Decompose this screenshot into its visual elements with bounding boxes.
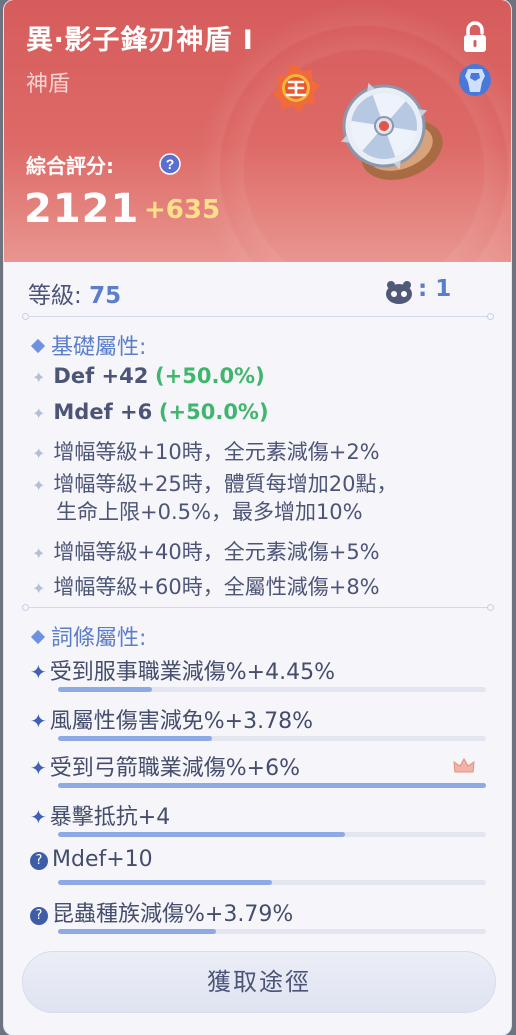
- item-type: 神盾: [26, 72, 71, 97]
- equipment-tooltip-card: 異‧影子鋒刃神盾 I 神盾 綜合評分: ? 2121 +635 等級: 75:…: [4, 0, 511, 1035]
- score-value: 2121: [24, 186, 140, 232]
- attribute-progress-fill: [58, 687, 153, 692]
- king-badge-icon: [272, 64, 320, 112]
- attribute-progress-fill: [58, 880, 272, 885]
- shield-class-icon: [459, 64, 491, 96]
- svg-text:?: ?: [166, 156, 175, 172]
- entry-attribute-row: ✦ 受到服事職業減傷%+4.45%: [30, 654, 490, 700]
- score-bonus: +635: [144, 195, 221, 225]
- score-label: 綜合評分:: [26, 154, 114, 178]
- attribute-progress-track: [58, 736, 486, 741]
- entry-attribute-label: 暴擊抵抗+4: [49, 805, 171, 830]
- star-icon: ✦: [30, 709, 47, 733]
- pet-count: : 1: [418, 276, 452, 302]
- sparkle-icon: ✦: [32, 544, 46, 563]
- attribute-progress-track: [58, 880, 486, 885]
- entry-attribute-row: ? 昆蟲種族減傷%+3.79%: [30, 896, 490, 942]
- entry-attributes-title: 詞條屬性:: [30, 620, 146, 652]
- entry-attribute-label: Mdef+10: [52, 847, 153, 872]
- level-label: 等級:: [28, 283, 82, 309]
- entry-attribute-row: ✦ 受到弓箭職業減傷%+6%: [30, 750, 490, 796]
- shield-item-image: [340, 82, 443, 180]
- diamond-icon: [30, 629, 46, 645]
- entry-attribute-row: ✦ 暴擊抵抗+4: [30, 799, 490, 845]
- enhance-bonus-10: ✦ 增幅等級+10時，全元素減傷+2%: [32, 440, 380, 464]
- base-attributes-title: 基礎屬性:: [30, 329, 146, 361]
- lock-icon[interactable]: [459, 20, 491, 54]
- item-name: 異‧影子鋒刃神盾 I: [26, 25, 254, 56]
- attribute-progress-fill: [58, 783, 486, 788]
- enhance-bonus-60: ✦ 增幅等級+60時，全屬性減傷+8%: [32, 575, 380, 599]
- divider: [22, 313, 494, 321]
- entry-attribute-text: ? Mdef+10: [30, 847, 153, 872]
- entry-attribute-row: ✦ 風屬性傷害減免%+3.78%: [30, 703, 490, 749]
- unknown-attribute-icon: ?: [30, 907, 48, 925]
- star-icon: ✦: [30, 660, 47, 684]
- enhance-bonus-40: ✦ 增幅等級+40時，全元素減傷+5%: [32, 540, 380, 564]
- enhance-bonus-25: ✦ 增幅等級+25時，體質每增加20點， 生命上限+0.5%，最多增加10%: [32, 472, 398, 524]
- entry-attribute-text: ? 昆蟲種族減傷%+3.79%: [30, 896, 293, 928]
- unknown-attribute-icon: ?: [30, 852, 48, 870]
- help-icon[interactable]: ?: [159, 153, 181, 175]
- entry-attribute-text: ✦ 受到弓箭職業減傷%+6%: [30, 750, 300, 782]
- attribute-progress-fill: [58, 929, 217, 934]
- level-row: 等級: 75: [28, 276, 121, 310]
- attribute-progress-fill: [58, 736, 213, 741]
- divider: [22, 604, 494, 612]
- sparkle-icon: ✦: [32, 476, 46, 495]
- base-stat-mdef: ✦ Mdef +6 (+50.0%): [32, 400, 269, 424]
- sparkle-icon: ✦: [32, 368, 46, 387]
- sparkle-icon: ✦: [32, 444, 46, 463]
- entry-attribute-label: 受到弓箭職業減傷%+6%: [49, 756, 301, 781]
- crown-icon: [453, 757, 475, 773]
- entry-attribute-label: 昆蟲種族減傷%+3.79%: [52, 902, 294, 927]
- star-icon: ✦: [30, 756, 47, 780]
- star-icon: ✦: [30, 805, 47, 829]
- sparkle-icon: ✦: [32, 579, 46, 598]
- pet-icon: [386, 281, 412, 304]
- entry-attribute-label: 風屬性傷害減免%+3.78%: [49, 709, 313, 734]
- obtain-source-button[interactable]: 獲取途徑: [22, 951, 496, 1013]
- item-header: 異‧影子鋒刃神盾 I 神盾 綜合評分: ? 2121 +635: [4, 0, 511, 262]
- attribute-progress-track: [58, 929, 486, 934]
- base-stat-def: ✦ Def +42 (+50.0%): [32, 364, 265, 388]
- level-value: 75: [89, 283, 122, 309]
- entry-attribute-row: ? Mdef+10: [30, 847, 490, 893]
- diamond-icon: [30, 338, 46, 354]
- attribute-progress-fill: [58, 832, 345, 837]
- entry-attribute-text: ✦ 風屬性傷害減免%+3.78%: [30, 703, 313, 735]
- attribute-progress-track: [58, 832, 486, 837]
- attribute-progress-track: [58, 687, 486, 692]
- entry-attribute-label: 受到服事職業減傷%+4.45%: [49, 660, 335, 685]
- entry-attribute-text: ✦ 暴擊抵抗+4: [30, 799, 170, 831]
- attribute-progress-track: [58, 783, 486, 788]
- entry-attribute-text: ✦ 受到服事職業減傷%+4.45%: [30, 654, 335, 686]
- sparkle-icon: ✦: [32, 404, 46, 423]
